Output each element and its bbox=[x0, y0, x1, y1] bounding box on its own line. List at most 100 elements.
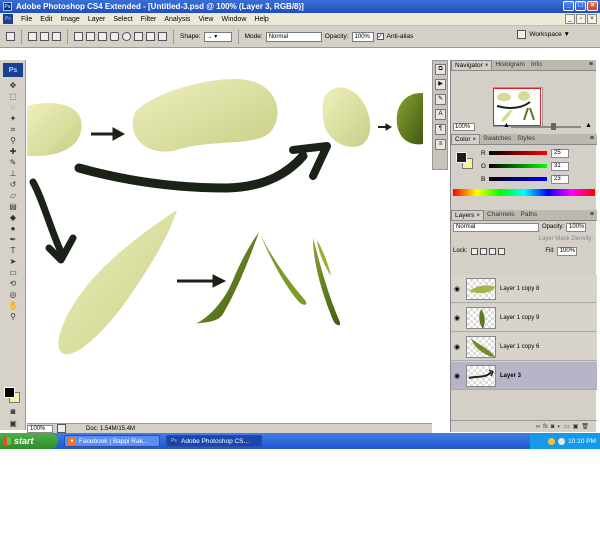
menu-layer[interactable]: Layer bbox=[84, 16, 110, 23]
volume-icon[interactable] bbox=[548, 437, 556, 445]
opacity-field[interactable]: 100% bbox=[351, 31, 374, 42]
path-selection-tool-icon[interactable]: ➤ bbox=[7, 257, 19, 267]
minimize-button[interactable]: _ bbox=[563, 1, 574, 11]
tool-presets-icon[interactable]: ✎ bbox=[435, 94, 446, 105]
foreground-color-swatch[interactable] bbox=[4, 387, 15, 398]
adjustment-layer-icon[interactable]: ◐ bbox=[557, 424, 561, 430]
green-slider[interactable] bbox=[489, 164, 547, 168]
navigator-zoom-field[interactable]: 100% bbox=[453, 123, 475, 131]
layer-opacity-field[interactable]: 100% bbox=[566, 222, 587, 232]
lock-position-icon[interactable] bbox=[489, 247, 497, 255]
panel-menu-icon[interactable]: ≡ bbox=[590, 211, 594, 218]
new-group-icon[interactable]: ▭ bbox=[564, 423, 570, 430]
lasso-tool-icon[interactable]: ◌ bbox=[7, 103, 19, 113]
rectangle-icon[interactable] bbox=[98, 32, 107, 41]
zoom-in-icon[interactable]: ▲ bbox=[585, 122, 592, 129]
navigator-view-box[interactable] bbox=[493, 88, 541, 126]
clone-stamp-tool-icon[interactable]: ⊥ bbox=[7, 169, 19, 179]
task-photoshop[interactable]: Ps Adobe Photoshop CS... bbox=[166, 435, 262, 447]
color-spectrum-bar[interactable] bbox=[453, 189, 595, 196]
visibility-eye-icon[interactable]: ◉ bbox=[451, 285, 463, 293]
panel-menu-icon[interactable]: ≡ bbox=[590, 135, 594, 142]
paragraph-icon[interactable]: ¶ bbox=[435, 124, 446, 135]
tab-paths[interactable]: Paths bbox=[518, 210, 541, 220]
healing-brush-tool-icon[interactable]: ✚ bbox=[7, 147, 19, 157]
menu-file[interactable]: File bbox=[17, 16, 36, 23]
brushes-icon[interactable]: ≡ bbox=[435, 139, 446, 150]
lock-pixels-icon[interactable] bbox=[480, 247, 488, 255]
tab-layers[interactable]: Layers × bbox=[451, 210, 485, 220]
red-value-field[interactable]: 25 bbox=[551, 148, 569, 158]
gradient-tool-icon[interactable]: ▤ bbox=[7, 202, 19, 212]
actions-icon[interactable]: ▶ bbox=[435, 79, 446, 90]
menu-window[interactable]: Window bbox=[217, 16, 250, 23]
lock-all-icon[interactable] bbox=[498, 247, 506, 255]
tab-styles[interactable]: Styles bbox=[514, 134, 538, 144]
menu-image[interactable]: Image bbox=[56, 16, 83, 23]
blue-value-field[interactable]: 23 bbox=[551, 174, 569, 184]
zoom-tool-icon[interactable]: ⚲ bbox=[7, 312, 19, 322]
foreground-color-swatch[interactable] bbox=[456, 152, 467, 163]
dodge-tool-icon[interactable]: ● bbox=[7, 224, 19, 234]
doc-minimize-button[interactable]: _ bbox=[565, 14, 575, 24]
marquee-tool-icon[interactable]: ⬚ bbox=[7, 92, 19, 102]
link-layers-icon[interactable]: ∞ bbox=[536, 424, 540, 430]
menu-edit[interactable]: Edit bbox=[36, 16, 56, 23]
tool-preset-icon[interactable] bbox=[6, 32, 15, 41]
tab-info[interactable]: Info bbox=[528, 60, 545, 70]
move-tool-icon[interactable]: ✥ bbox=[7, 81, 19, 91]
close-icon[interactable]: × bbox=[477, 213, 481, 219]
document-icon[interactable]: Ps bbox=[3, 14, 13, 24]
close-icon[interactable]: × bbox=[473, 137, 477, 143]
mode-select[interactable]: Normal bbox=[265, 31, 322, 42]
hand-tool-icon[interactable]: ✋ bbox=[7, 301, 19, 311]
character-icon[interactable]: A bbox=[435, 109, 446, 120]
visibility-eye-icon[interactable]: ◉ bbox=[451, 314, 463, 322]
type-tool-icon[interactable]: T bbox=[7, 246, 19, 256]
shape-tool-icon[interactable]: ▭ bbox=[7, 268, 19, 278]
slider-handle[interactable] bbox=[551, 123, 556, 130]
layer-row-selected[interactable]: ◉ Layer 3 bbox=[451, 362, 597, 390]
blue-slider[interactable] bbox=[489, 177, 547, 181]
status-menu-icon[interactable] bbox=[57, 424, 66, 433]
paths-icon[interactable] bbox=[40, 32, 49, 41]
close-icon[interactable]: × bbox=[485, 63, 489, 69]
layer-row[interactable]: ◉ Layer 1 copy 6 bbox=[451, 333, 597, 361]
red-slider[interactable] bbox=[489, 151, 547, 155]
menu-select[interactable]: Select bbox=[109, 16, 136, 23]
menu-analysis[interactable]: Analysis bbox=[160, 16, 194, 23]
magic-wand-tool-icon[interactable]: ✦ bbox=[7, 114, 19, 124]
tab-histogram[interactable]: Histogram bbox=[492, 60, 528, 70]
lock-transparency-icon[interactable] bbox=[471, 247, 479, 255]
navigator-zoom-slider[interactable] bbox=[511, 126, 581, 128]
doc-restore-button[interactable]: ▫ bbox=[576, 14, 586, 24]
tab-swatches[interactable]: Swatches bbox=[480, 134, 514, 144]
blend-mode-select[interactable]: Normal bbox=[453, 222, 539, 232]
doc-close-button[interactable]: × bbox=[587, 14, 597, 24]
start-button[interactable]: start bbox=[0, 433, 58, 449]
visibility-eye-icon[interactable]: ◉ bbox=[451, 372, 463, 380]
layer-row[interactable]: ◉ Layer 1 copy 9 bbox=[451, 304, 597, 332]
menu-filter[interactable]: Filter bbox=[137, 16, 161, 23]
trash-icon[interactable]: 🗑 bbox=[581, 423, 589, 430]
line-icon[interactable] bbox=[146, 32, 155, 41]
rounded-rectangle-icon[interactable] bbox=[110, 32, 119, 41]
menu-help[interactable]: Help bbox=[250, 16, 272, 23]
document-canvas[interactable] bbox=[27, 60, 423, 423]
visibility-eye-icon[interactable]: ◉ bbox=[451, 343, 463, 351]
blur-tool-icon[interactable]: ◆ bbox=[7, 213, 19, 223]
workspace-switcher[interactable]: Workspace ▼ bbox=[517, 30, 570, 39]
tab-channels[interactable]: Channels bbox=[484, 210, 517, 220]
zoom-out-icon[interactable]: ▲ bbox=[503, 122, 510, 129]
history-brush-tool-icon[interactable]: ↺ bbox=[7, 180, 19, 190]
shape-layers-icon[interactable] bbox=[28, 32, 37, 41]
fill-pixels-icon[interactable] bbox=[52, 32, 61, 41]
quick-mask-icon[interactable]: ◙ bbox=[7, 407, 19, 417]
history-icon[interactable]: ⧉ bbox=[435, 64, 446, 75]
fill-field[interactable]: 100% bbox=[556, 246, 577, 256]
green-value-field[interactable]: 31 bbox=[551, 161, 569, 171]
polygon-icon[interactable] bbox=[134, 32, 143, 41]
pen-icon[interactable] bbox=[74, 32, 83, 41]
panel-menu-icon[interactable]: ≡ bbox=[589, 61, 593, 68]
tab-navigator[interactable]: Navigator × bbox=[451, 60, 493, 70]
